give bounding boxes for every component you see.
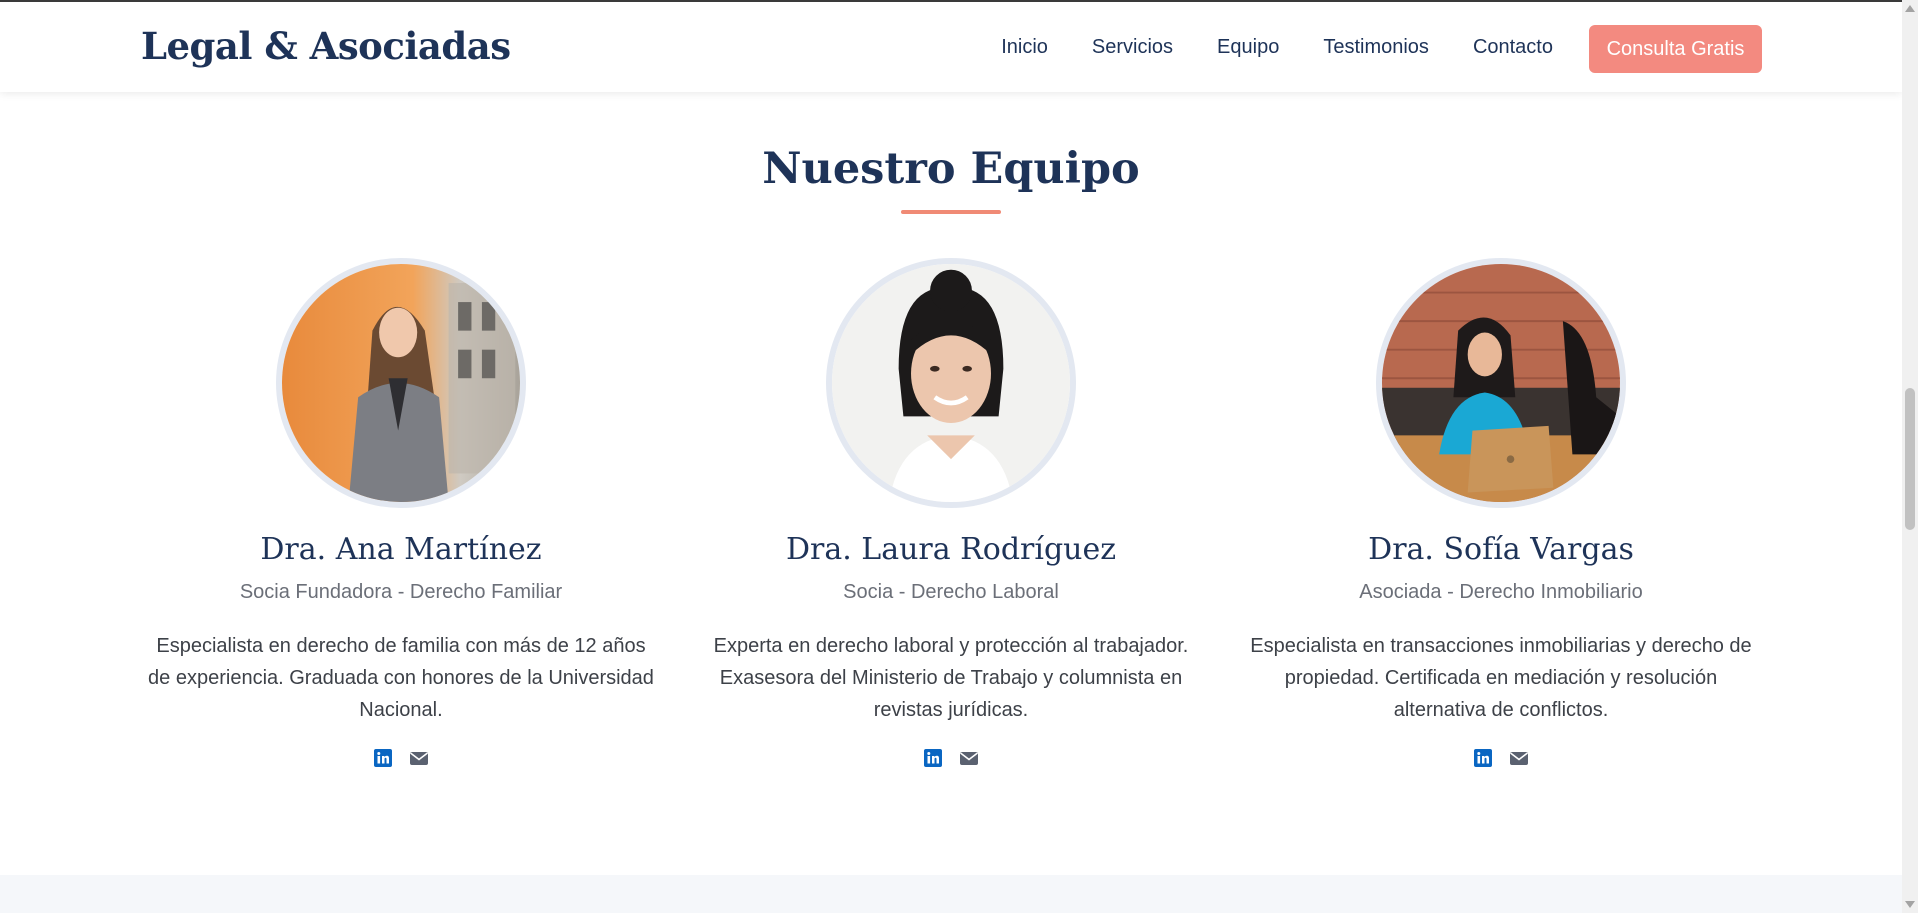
linkedin-icon[interactable] bbox=[923, 748, 943, 768]
team-member-card: Dra. Laura Rodríguez Socia - Derecho Lab… bbox=[691, 258, 1211, 768]
main-nav: Inicio Servicios Equipo Testimonios Cont… bbox=[957, 36, 1553, 59]
envelope-icon[interactable] bbox=[409, 748, 429, 768]
nav-link-inicio[interactable]: Inicio bbox=[1001, 36, 1048, 59]
member-photo bbox=[276, 258, 526, 508]
scrollbar[interactable] bbox=[1902, 0, 1918, 913]
nav-link-servicios[interactable]: Servicios bbox=[1092, 36, 1173, 59]
member-socials bbox=[141, 748, 661, 768]
nav-link-testimonios[interactable]: Testimonios bbox=[1323, 36, 1429, 59]
scroll-down-arrow-icon[interactable] bbox=[1905, 901, 1915, 908]
member-role: Socia Fundadora - Derecho Familiar bbox=[239, 581, 563, 603]
linkedin-icon[interactable] bbox=[373, 748, 393, 768]
linkedin-icon[interactable] bbox=[1473, 748, 1493, 768]
next-section-edge bbox=[0, 875, 1902, 913]
member-photo bbox=[1376, 258, 1626, 508]
scrollbar-thumb[interactable] bbox=[1905, 388, 1915, 530]
team-member-card: Dra. Ana Martínez Socia Fundadora - Dere… bbox=[141, 258, 661, 768]
member-name: Dra. Sofía Vargas bbox=[1368, 532, 1634, 567]
member-name: Dra. Ana Martínez bbox=[260, 532, 542, 567]
member-bio: Especialista en transacciones inmobiliar… bbox=[1250, 635, 1752, 721]
member-socials bbox=[691, 748, 1211, 768]
section-title: Nuestro Equipo bbox=[762, 144, 1140, 194]
nav-link-equipo[interactable]: Equipo bbox=[1217, 36, 1279, 59]
free-consultation-button[interactable]: Consulta Gratis bbox=[1589, 25, 1762, 73]
member-photo bbox=[826, 258, 1076, 508]
member-name: Dra. Laura Rodríguez bbox=[785, 532, 1117, 567]
nav-link-contacto[interactable]: Contacto bbox=[1473, 36, 1553, 59]
site-logo[interactable]: Legal & Asociadas bbox=[141, 24, 511, 68]
member-bio: Experta en derecho laboral y protección … bbox=[713, 635, 1189, 721]
scroll-up-arrow-icon[interactable] bbox=[1905, 5, 1915, 12]
member-bio: Especialista en derecho de familia con m… bbox=[148, 635, 654, 721]
member-role: Asociada - Derecho Inmobiliario bbox=[1359, 581, 1643, 603]
team-member-card: Dra. Sofía Vargas Asociada - Derecho Inm… bbox=[1241, 258, 1761, 768]
title-underline bbox=[901, 210, 1001, 214]
navbar: Legal & Asociadas Inicio Servicios Equip… bbox=[0, 2, 1902, 92]
member-role: Socia - Derecho Laboral bbox=[843, 581, 1059, 603]
envelope-icon[interactable] bbox=[959, 748, 979, 768]
page-viewport: Legal & Asociadas Inicio Servicios Equip… bbox=[0, 0, 1902, 913]
envelope-icon[interactable] bbox=[1509, 748, 1529, 768]
member-socials bbox=[1241, 748, 1761, 768]
